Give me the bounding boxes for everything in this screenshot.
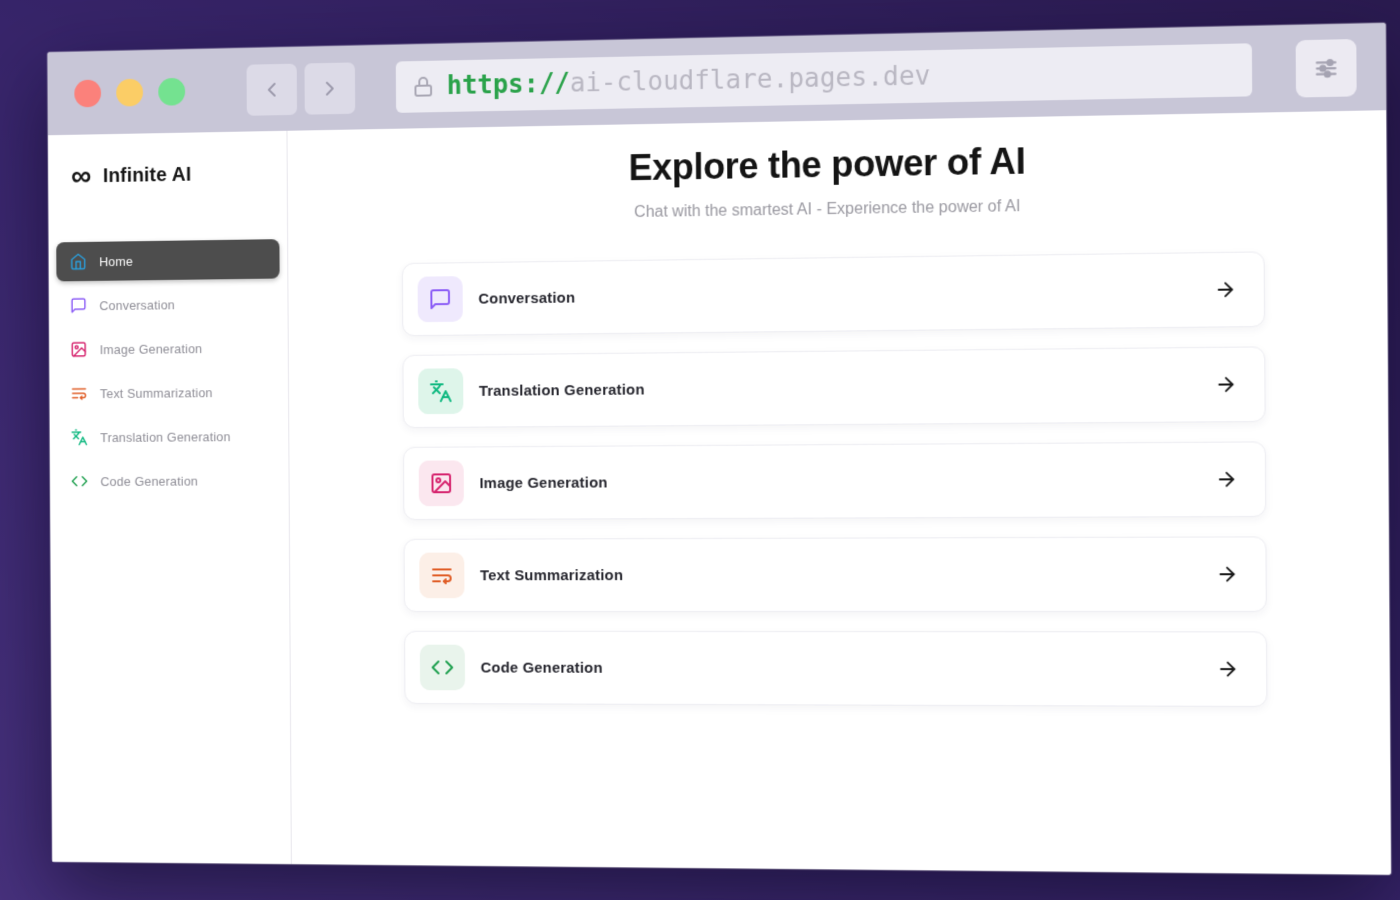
- sidebar-nav: Home Conversation Image Generation Text …: [49, 239, 289, 501]
- sidebar-item-label: Code Generation: [100, 473, 198, 488]
- browser-nav-buttons: [247, 62, 356, 115]
- wrap-text-icon: [419, 553, 464, 599]
- sidebar-item-label: Translation Generation: [100, 429, 230, 445]
- arrow-right-icon: [1215, 468, 1238, 491]
- infinity-icon: ∞: [71, 162, 92, 192]
- minimize-button[interactable]: [116, 78, 143, 106]
- feature-card-text-summarization[interactable]: Text Summarization: [404, 536, 1267, 612]
- wrap-text-icon: [70, 384, 87, 402]
- sidebar-item-label: Conversation: [99, 297, 175, 313]
- sidebar-item-label: Image Generation: [100, 341, 203, 357]
- languages-icon: [418, 368, 463, 414]
- feature-card-list: Conversation Translation Generation Imag…: [402, 251, 1268, 707]
- sidebar-item-image-generation[interactable]: Image Generation: [57, 328, 280, 369]
- arrow-right-icon: [1214, 278, 1237, 301]
- page-title: Explore the power of AI: [288, 133, 1387, 196]
- desktop-background: { "browser": { "traffic_lights": [ { "na…: [0, 0, 1400, 900]
- chevron-right-icon: [318, 76, 341, 100]
- sidebar-item-translation-generation[interactable]: Translation Generation: [57, 416, 280, 457]
- app-logo-text: Infinite AI: [103, 163, 192, 187]
- feature-card-code-generation[interactable]: Code Generation: [404, 631, 1267, 707]
- lock-icon: [411, 74, 435, 98]
- chevron-left-icon: [260, 77, 283, 101]
- main-content: Explore the power of AI Chat with the sm…: [287, 110, 1390, 875]
- sidebar-item-home[interactable]: Home: [56, 239, 279, 281]
- app-body: ∞ Infinite AI Home Conversation Image Ge…: [48, 110, 1391, 875]
- feature-card-label: Translation Generation: [479, 381, 645, 399]
- image-icon: [419, 460, 464, 506]
- code-icon: [71, 472, 88, 490]
- feature-card-label: Code Generation: [481, 659, 603, 676]
- forward-button[interactable]: [304, 62, 355, 114]
- feature-card-conversation[interactable]: Conversation: [402, 251, 1265, 336]
- message-icon: [70, 297, 87, 315]
- home-icon: [70, 253, 87, 271]
- feature-card-label: Image Generation: [479, 474, 607, 492]
- url-host: ai-cloudflare.pages.dev: [570, 61, 931, 98]
- page-subtitle: Chat with the smartest AI - Experience t…: [288, 190, 1387, 229]
- address-bar[interactable]: https://ai-cloudflare.pages.dev: [396, 43, 1252, 113]
- feature-card-image-generation[interactable]: Image Generation: [403, 441, 1266, 520]
- app-logo: ∞ Infinite AI: [48, 154, 287, 195]
- feature-card-label: Text Summarization: [480, 567, 623, 584]
- url-scheme: https://: [447, 68, 570, 100]
- message-icon: [418, 276, 463, 322]
- feature-card-translation-generation[interactable]: Translation Generation: [402, 346, 1265, 428]
- arrow-right-icon: [1216, 563, 1239, 585]
- arrow-right-icon: [1214, 373, 1237, 396]
- sidebar-item-label: Text Summarization: [100, 385, 213, 401]
- close-button[interactable]: [74, 79, 101, 107]
- arrow-right-icon: [1216, 658, 1239, 680]
- languages-icon: [71, 428, 88, 446]
- code-icon: [420, 645, 465, 691]
- sidebar-item-label: Home: [99, 253, 133, 268]
- sidebar: ∞ Infinite AI Home Conversation Image Ge…: [48, 131, 292, 864]
- browser-settings-button[interactable]: [1296, 38, 1357, 97]
- browser-window: https://ai-cloudflare.pages.dev ∞ Infini…: [48, 23, 1391, 875]
- back-button[interactable]: [247, 63, 298, 115]
- sidebar-item-text-summarization[interactable]: Text Summarization: [57, 372, 280, 413]
- feature-card-label: Conversation: [478, 289, 575, 307]
- image-icon: [70, 341, 87, 359]
- sidebar-item-conversation[interactable]: Conversation: [57, 283, 280, 325]
- traffic-lights: [74, 77, 185, 107]
- url-text: https://ai-cloudflare.pages.dev: [447, 61, 931, 101]
- maximize-button[interactable]: [158, 77, 185, 105]
- sliders-icon: [1310, 52, 1342, 83]
- sidebar-item-code-generation[interactable]: Code Generation: [58, 460, 281, 500]
